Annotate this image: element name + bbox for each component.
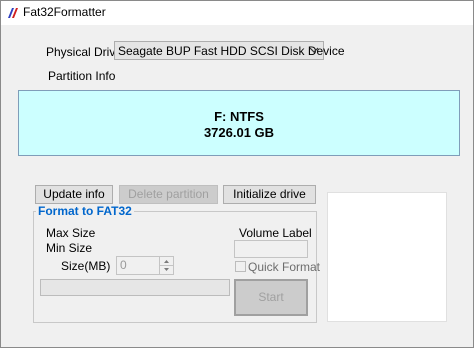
quick-format-checkbox[interactable]	[235, 261, 246, 272]
volume-label-input[interactable]	[234, 240, 308, 258]
initialize-drive-button[interactable]: Initialize drive	[223, 185, 316, 204]
format-group-title: Format to FAT32	[36, 204, 134, 218]
partition-fs: F: NTFS	[214, 109, 264, 124]
physical-drive-select[interactable]: Seagate BUP Fast HDD SCSI Disk Device	[114, 41, 345, 60]
volume-label-label: Volume Label	[239, 226, 312, 240]
app-icon	[6, 6, 20, 20]
chevron-up-icon[interactable]	[160, 257, 173, 265]
update-info-button[interactable]: Update info	[35, 185, 113, 204]
physical-drive-label: Physical Drive	[46, 45, 123, 59]
chevron-down-icon[interactable]	[160, 265, 173, 274]
window-title: Fat32Formatter	[23, 5, 106, 19]
info-panel	[327, 192, 447, 322]
format-progress-bar	[40, 279, 230, 296]
title-bar: Fat32Formatter	[1, 1, 473, 25]
size-mb-label: Size(MB)	[61, 259, 111, 273]
partition-size: 3726.01 GB	[203, 125, 275, 140]
partition-info-panel: F: NTFS 3726.01 GB	[18, 90, 460, 156]
stepper-arrows	[159, 257, 173, 274]
size-value: 0	[120, 258, 127, 272]
quick-format-label: Quick Format	[248, 260, 321, 274]
max-size-label: Max Size	[46, 226, 96, 240]
partition-info-label: Partition Info	[48, 69, 116, 83]
start-button[interactable]: Start	[234, 279, 308, 316]
app-window: Fat32Formatter Physical Drive Seagate BU…	[0, 0, 474, 348]
size-stepper[interactable]: 0	[116, 256, 174, 275]
chevron-down-icon	[309, 47, 319, 53]
delete-partition-button[interactable]: Delete partition	[119, 185, 218, 204]
min-size-label: Min Size	[46, 241, 93, 255]
